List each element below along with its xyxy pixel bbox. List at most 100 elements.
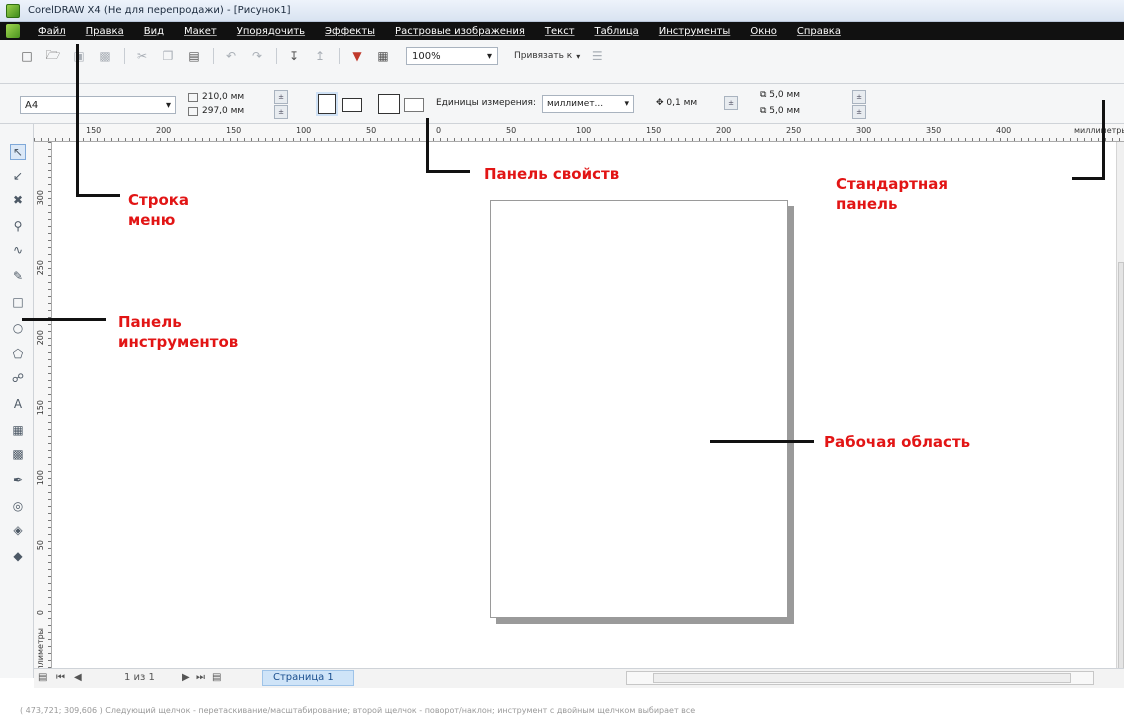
cut-icon[interactable]: ✂ — [133, 47, 151, 65]
first-page-icon[interactable]: ⏮ — [56, 672, 65, 683]
smart-fill-tool-icon[interactable]: ✎ — [10, 268, 26, 284]
ruler-tick — [48, 520, 51, 521]
save-icon[interactable]: ▣ — [70, 47, 88, 65]
ruler-tick — [1028, 138, 1029, 141]
units-select[interactable]: миллимет... ▾ — [542, 95, 634, 113]
menu-text[interactable]: Текст — [545, 26, 575, 37]
menu-effects[interactable]: Эффекты — [325, 26, 375, 37]
horizontal-ruler[interactable]: 150 200 150 100 50 0 50 100 150 200 250 300 350 400 ми… — [34, 124, 1124, 142]
undo-icon[interactable]: ↶ — [222, 47, 240, 65]
rectangle-tool-icon[interactable]: □ — [10, 294, 26, 310]
menu-window[interactable]: Окно — [750, 26, 777, 37]
print-icon[interactable]: ▩ — [96, 47, 114, 65]
ruler-tick — [48, 513, 51, 514]
menu-table[interactable]: Таблица — [595, 26, 639, 37]
landscape-button[interactable] — [342, 98, 362, 112]
ruler-tick — [62, 138, 63, 141]
add-page-before-icon[interactable]: ▤ — [38, 672, 47, 683]
new-icon[interactable]: □ — [18, 47, 36, 65]
eyedropper-tool-icon[interactable]: ✒ — [10, 472, 26, 488]
outline-tool-icon[interactable]: ◎ — [10, 498, 26, 514]
add-page-after-icon[interactable]: ▤ — [212, 672, 221, 683]
menu-file[interactable]: Файл — [38, 26, 66, 37]
vertical-scrollbar-thumb[interactable] — [1118, 262, 1124, 682]
crop-tool-icon[interactable]: ✖ — [10, 192, 26, 208]
menu-arrange[interactable]: Упорядочить — [237, 26, 305, 37]
chevron-down-icon[interactable]: ▾ — [576, 52, 580, 61]
fill-tool-icon[interactable]: ◈ — [10, 522, 26, 538]
horizontal-scrollbar[interactable] — [626, 671, 1094, 685]
copy-icon[interactable]: ❐ — [159, 47, 177, 65]
page-size-select[interactable]: A4 ▾ — [20, 96, 176, 114]
ellipse-tool-icon[interactable]: ○ — [10, 320, 26, 336]
zoom-level-select[interactable]: 100% ▾ — [406, 47, 498, 65]
options-icon[interactable]: ☰ — [588, 47, 606, 65]
redo-icon[interactable]: ↷ — [248, 47, 266, 65]
zoom-tool-icon[interactable]: ⚲ — [10, 218, 26, 234]
ruler-tick — [90, 138, 91, 141]
ruler-tick — [783, 138, 784, 141]
ruler-tick — [251, 138, 252, 141]
ruler-tick — [111, 138, 112, 141]
pick-tool-icon[interactable]: ↖ — [10, 144, 26, 160]
ruler-tick — [587, 138, 588, 141]
interactive-blend-tool-icon[interactable]: ▩ — [10, 446, 26, 462]
ruler-tick — [48, 576, 51, 577]
workspace[interactable] — [52, 142, 1116, 668]
app-launcher-icon[interactable]: ▼ — [348, 47, 366, 65]
all-pages-button[interactable] — [378, 94, 400, 114]
duplicate-y-field[interactable]: ⧉ 5,0 мм — [760, 106, 800, 116]
ruler-label: 0 — [436, 126, 442, 135]
menu-bitmaps[interactable]: Растровые изображения — [395, 26, 525, 37]
text-tool-icon[interactable]: A — [10, 396, 26, 412]
paste-icon[interactable]: ▤ — [185, 47, 203, 65]
ruler-label: 350 — [926, 126, 942, 135]
welcome-screen-icon[interactable]: ▦ — [374, 47, 392, 65]
ruler-tick — [48, 177, 51, 178]
menu-help[interactable]: Справка — [797, 26, 841, 37]
snap-to-button[interactable]: Привязать к — [514, 51, 572, 61]
page-width-field[interactable]: 210,0 мм — [188, 90, 258, 104]
import-icon[interactable]: ↧ — [285, 47, 303, 65]
open-icon[interactable]: 🗁 — [44, 47, 62, 65]
prev-page-icon[interactable]: ◀ — [74, 672, 82, 683]
ruler-tick — [622, 138, 623, 141]
ruler-label: 200 — [36, 330, 45, 346]
basic-shapes-tool-icon[interactable]: ☍ — [10, 370, 26, 386]
table-tool-icon[interactable]: ▦ — [10, 422, 26, 438]
page-height-field[interactable]: 297,0 мм — [188, 104, 258, 118]
duplicate-y-spinner[interactable]: ± — [852, 105, 866, 119]
drawing-page[interactable] — [490, 200, 788, 618]
ruler-tick — [328, 138, 329, 141]
menu-tools[interactable]: Инструменты — [659, 26, 731, 37]
title-bar: CorelDRAW X4 (Не для перепродажи) - [Рис… — [0, 0, 1124, 22]
current-page-button[interactable] — [404, 98, 424, 112]
ruler-tick — [48, 415, 51, 416]
height-spinner[interactable]: ± — [274, 105, 288, 119]
interactive-fill-tool-icon[interactable]: ◆ — [10, 548, 26, 564]
duplicate-y-value: 5,0 мм — [769, 106, 801, 116]
document-menu-icon[interactable] — [6, 24, 20, 38]
polygon-tool-icon[interactable]: ⬠ — [10, 346, 26, 362]
last-page-icon[interactable]: ⏭ — [196, 672, 205, 683]
portrait-button[interactable] — [318, 94, 336, 114]
export-icon[interactable]: ↥ — [311, 47, 329, 65]
nudge-spinner[interactable]: ± — [724, 96, 738, 110]
menu-layout[interactable]: Макет — [184, 26, 217, 37]
width-spinner[interactable]: ± — [274, 90, 288, 104]
ruler-tick — [489, 138, 490, 141]
nudge-offset-field[interactable]: ✥ 0,1 мм — [656, 98, 697, 108]
menu-view[interactable]: Вид — [144, 26, 164, 37]
horizontal-scrollbar-thumb[interactable] — [653, 673, 1071, 683]
ruler-tick — [48, 268, 51, 269]
vertical-scrollbar[interactable] — [1116, 142, 1124, 682]
next-page-icon[interactable]: ▶ — [182, 672, 190, 683]
duplicate-x-field[interactable]: ⧉ 5,0 мм — [760, 90, 800, 100]
duplicate-x-spinner[interactable]: ± — [852, 90, 866, 104]
freehand-tool-icon[interactable]: ∿ — [10, 242, 26, 258]
ruler-tick — [97, 138, 98, 141]
menu-edit[interactable]: Правка — [86, 26, 124, 37]
page-tab[interactable]: Страница 1 — [262, 670, 354, 686]
vertical-ruler[interactable]: 300 250 200 150 100 50 0 миллиметры — [34, 142, 52, 678]
shape-tool-icon[interactable]: ↙ — [10, 168, 26, 184]
